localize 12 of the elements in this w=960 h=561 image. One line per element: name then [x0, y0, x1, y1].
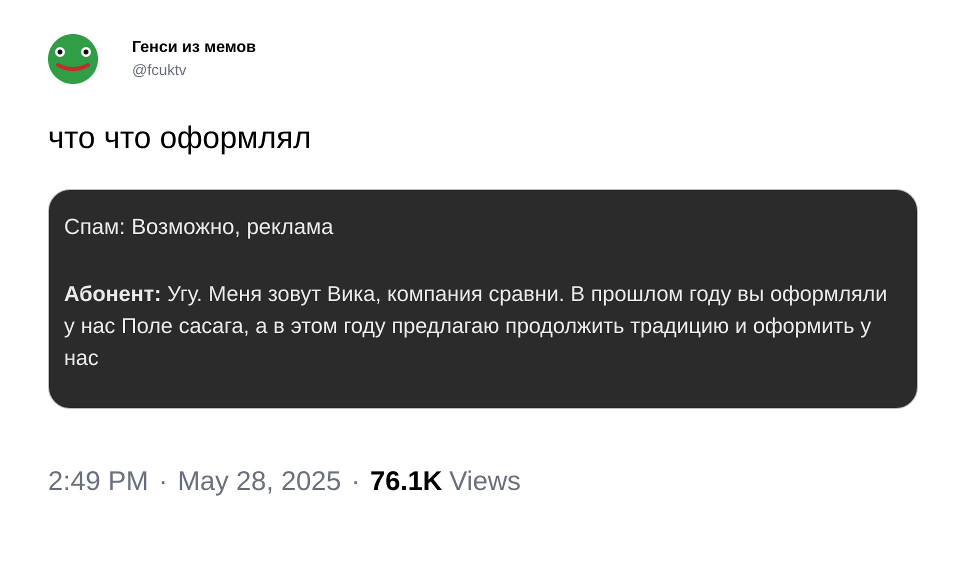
author-name[interactable]: Генси из мемов: [132, 38, 256, 58]
call-transcript: Абонент: Угу. Меня зовут Вика, компания сравни. В прошлом году вы оформляли у нас Поле сасага, а в этом году предлагаю продолжить традицию и оформить у нас: [64, 281, 888, 372]
author-handle[interactable]: @fcuktv: [132, 62, 256, 80]
separator-dot: ·: [158, 465, 168, 498]
post-date[interactable]: May 28, 2025: [178, 461, 342, 502]
avatar-drawing: [48, 34, 98, 84]
views-count: 76.1K: [370, 465, 442, 498]
spam-label: Спам: Возможно, реклама: [64, 213, 334, 241]
post-time[interactable]: 2:49 PM: [48, 461, 149, 502]
views-label: Views: [449, 465, 521, 498]
separator-dot: ·: [351, 465, 360, 498]
tweet-text: что что оформлял: [48, 122, 312, 153]
